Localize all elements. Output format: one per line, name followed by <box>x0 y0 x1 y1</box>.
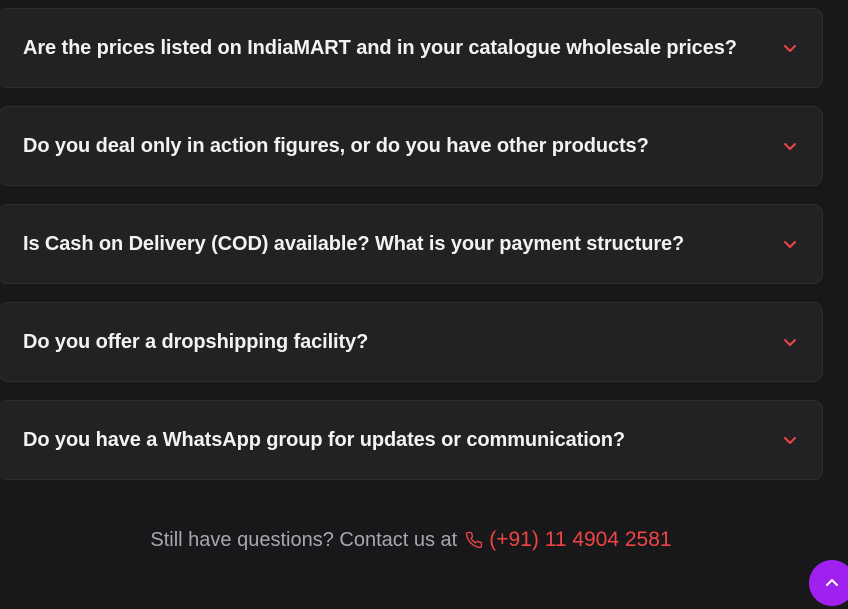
contact-phone-number: (+91) 11 4904 2581 <box>489 528 672 551</box>
faq-page: Are the prices listed on IndiaMART and i… <box>0 0 848 609</box>
chevron-down-icon <box>782 138 798 154</box>
contact-phone-link[interactable]: (+91) 11 4904 2581 <box>465 528 672 552</box>
faq-question: Do you offer a dropshipping facility? <box>23 330 369 353</box>
faq-item-products[interactable]: Do you deal only in action figures, or d… <box>0 106 823 186</box>
faq-question: Do you deal only in action figures, or d… <box>23 134 649 157</box>
faq-question: Is Cash on Delivery (COD) available? Wha… <box>23 232 685 255</box>
faq-item-whatsapp-group[interactable]: Do you have a WhatsApp group for updates… <box>0 400 823 480</box>
faq-question: Are the prices listed on IndiaMART and i… <box>23 36 737 59</box>
scroll-to-top-button[interactable] <box>809 560 848 606</box>
chevron-down-icon <box>782 432 798 448</box>
contact-line: Still have questions? Contact us at (+91… <box>0 528 822 552</box>
faq-item-cod-payment[interactable]: Is Cash on Delivery (COD) available? Wha… <box>0 204 823 284</box>
faq-question: Do you have a WhatsApp group for updates… <box>23 428 626 451</box>
chevron-down-icon <box>782 334 798 350</box>
faq-item-dropshipping[interactable]: Do you offer a dropshipping facility? <box>0 302 823 382</box>
chevron-up-icon <box>824 575 840 591</box>
faq-list: Are the prices listed on IndiaMART and i… <box>0 8 823 498</box>
chevron-down-icon <box>782 236 798 252</box>
chevron-down-icon <box>782 40 798 56</box>
phone-icon <box>465 531 483 549</box>
faq-item-wholesale-prices[interactable]: Are the prices listed on IndiaMART and i… <box>0 8 823 88</box>
contact-prompt: Still have questions? Contact us at <box>150 528 458 551</box>
